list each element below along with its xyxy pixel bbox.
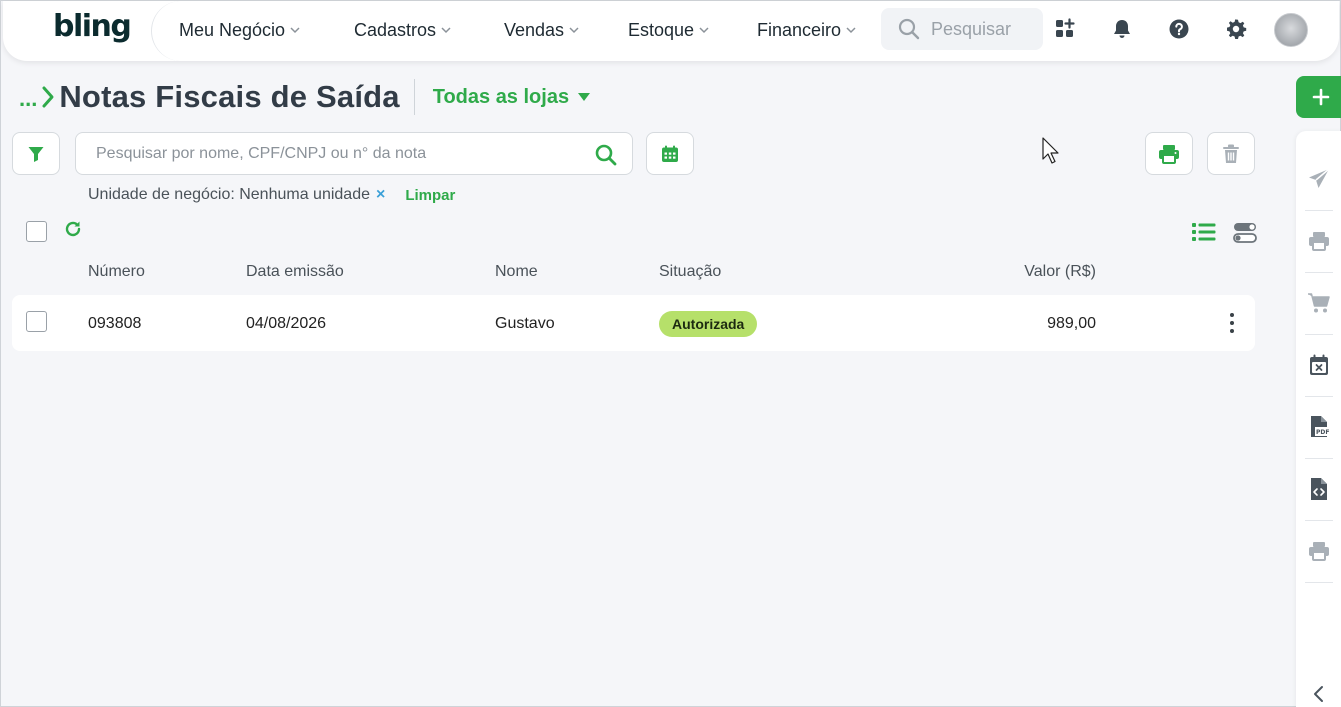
nav-vendas[interactable]: Vendas — [504, 18, 580, 42]
store-selector[interactable]: Todas as lojas — [433, 86, 591, 109]
top-navbar: bling Meu Negócio Cadastros Vendas Estoq… — [3, 1, 1339, 61]
notes-search-input[interactable] — [96, 143, 586, 165]
filter-button[interactable] — [12, 132, 60, 175]
select-all-checkbox[interactable] — [26, 221, 47, 242]
code-file-icon[interactable] — [1306, 476, 1332, 502]
breadcrumb: ... Notas Fiscais de Saída Todas as loja… — [19, 79, 591, 115]
search-icon — [898, 18, 920, 40]
column-header-numero[interactable]: Número — [88, 263, 145, 281]
side-divider — [1305, 458, 1333, 459]
bell-icon[interactable] — [1110, 17, 1134, 41]
active-filters: Unidade de negócio: Nenhuma unidade × Li… — [88, 186, 455, 204]
column-header-valor[interactable]: Valor (R$) — [996, 263, 1096, 281]
chevron-down-icon — [569, 27, 579, 34]
chevron-down-icon — [290, 27, 300, 34]
cell-nome: Gustavo — [495, 315, 555, 332]
cell-data: 04/08/2026 — [246, 315, 327, 332]
chevron-down-icon — [441, 27, 451, 34]
side-divider — [1305, 334, 1333, 335]
help-icon[interactable] — [1167, 17, 1191, 41]
printer-icon[interactable] — [1306, 538, 1332, 564]
chevron-down-icon — [699, 27, 709, 34]
cell-valor: 989,00 — [1047, 315, 1096, 332]
add-button[interactable] — [1296, 76, 1341, 118]
apps-icon[interactable] — [1053, 17, 1077, 41]
pdf-file-icon[interactable]: PDF — [1306, 414, 1332, 440]
nav-label: Cadastros — [354, 19, 437, 40]
notes-search[interactable] — [75, 132, 633, 175]
row-checkbox[interactable] — [26, 311, 47, 332]
remove-filter-button[interactable]: × — [376, 186, 385, 204]
column-header-nome[interactable]: Nome — [495, 263, 538, 281]
nav-label: Vendas — [504, 19, 565, 40]
row-menu-icon[interactable] — [1224, 313, 1240, 333]
send-icon[interactable] — [1306, 166, 1332, 192]
svg-text:PDF: PDF — [1316, 429, 1329, 436]
cart-icon[interactable] — [1306, 290, 1332, 316]
page-title: Notas Fiscais de Saída — [59, 79, 400, 114]
side-actions-panel: PDF — [1296, 131, 1341, 707]
clear-filters-link[interactable]: Limpar — [405, 187, 455, 204]
trash-icon — [1223, 144, 1239, 163]
store-selector-label: Todas as lojas — [432, 85, 570, 108]
user-avatar[interactable] — [1274, 13, 1308, 47]
global-search[interactable]: Pesquisar — [881, 8, 1043, 50]
side-divider — [1305, 210, 1333, 211]
column-header-situacao[interactable]: Situação — [659, 263, 721, 281]
calendar-x-icon[interactable] — [1306, 352, 1332, 378]
nav-label: Meu Negócio — [179, 19, 286, 40]
nav-estoque[interactable]: Estoque — [628, 18, 710, 42]
nav-meu-negocio[interactable]: Meu Negócio — [179, 18, 301, 42]
nav-label: Financeiro — [757, 19, 842, 40]
filter-icon — [28, 146, 44, 162]
title-divider — [413, 79, 415, 115]
toggle-columns-icon[interactable] — [1233, 222, 1257, 249]
calendar-icon — [662, 145, 678, 162]
nav-financeiro[interactable]: Financeiro — [757, 18, 857, 42]
bling-logo[interactable]: bling — [53, 9, 132, 44]
chevron-right-icon — [42, 86, 54, 108]
table-row[interactable]: 093808 04/08/2026 Gustavo Autorizada 989… — [12, 295, 1255, 351]
side-divider — [1305, 520, 1333, 521]
chevron-down-icon — [846, 27, 856, 34]
side-divider — [1305, 582, 1333, 583]
search-icon[interactable] — [594, 143, 618, 167]
date-filter-button[interactable] — [646, 132, 694, 175]
nav-label: Estoque — [628, 19, 695, 40]
status-badge: Autorizada — [659, 311, 758, 337]
print-button[interactable] — [1145, 132, 1193, 175]
mouse-cursor-icon — [1042, 137, 1062, 170]
breadcrumb-ellipsis[interactable]: ... — [19, 86, 37, 112]
global-search-placeholder: Pesquisar — [931, 18, 1012, 39]
plus-icon — [1312, 88, 1330, 106]
cell-numero: 093808 — [88, 315, 142, 332]
delete-button[interactable] — [1207, 132, 1255, 175]
refresh-icon[interactable] — [64, 220, 82, 243]
chevron-left-icon[interactable] — [1306, 681, 1332, 707]
column-header-data[interactable]: Data emissão — [246, 263, 344, 281]
printer-icon[interactable] — [1306, 228, 1332, 254]
active-filter-label: Unidade de negócio: Nenhuma unidade — [88, 186, 370, 203]
gear-icon[interactable] — [1224, 17, 1248, 41]
side-divider — [1305, 396, 1333, 397]
list-view-icon[interactable] — [1192, 222, 1216, 247]
printer-icon — [1159, 144, 1179, 164]
side-divider — [1305, 272, 1333, 273]
caret-down-icon — [578, 93, 591, 101]
nav-cadastros[interactable]: Cadastros — [354, 18, 452, 42]
